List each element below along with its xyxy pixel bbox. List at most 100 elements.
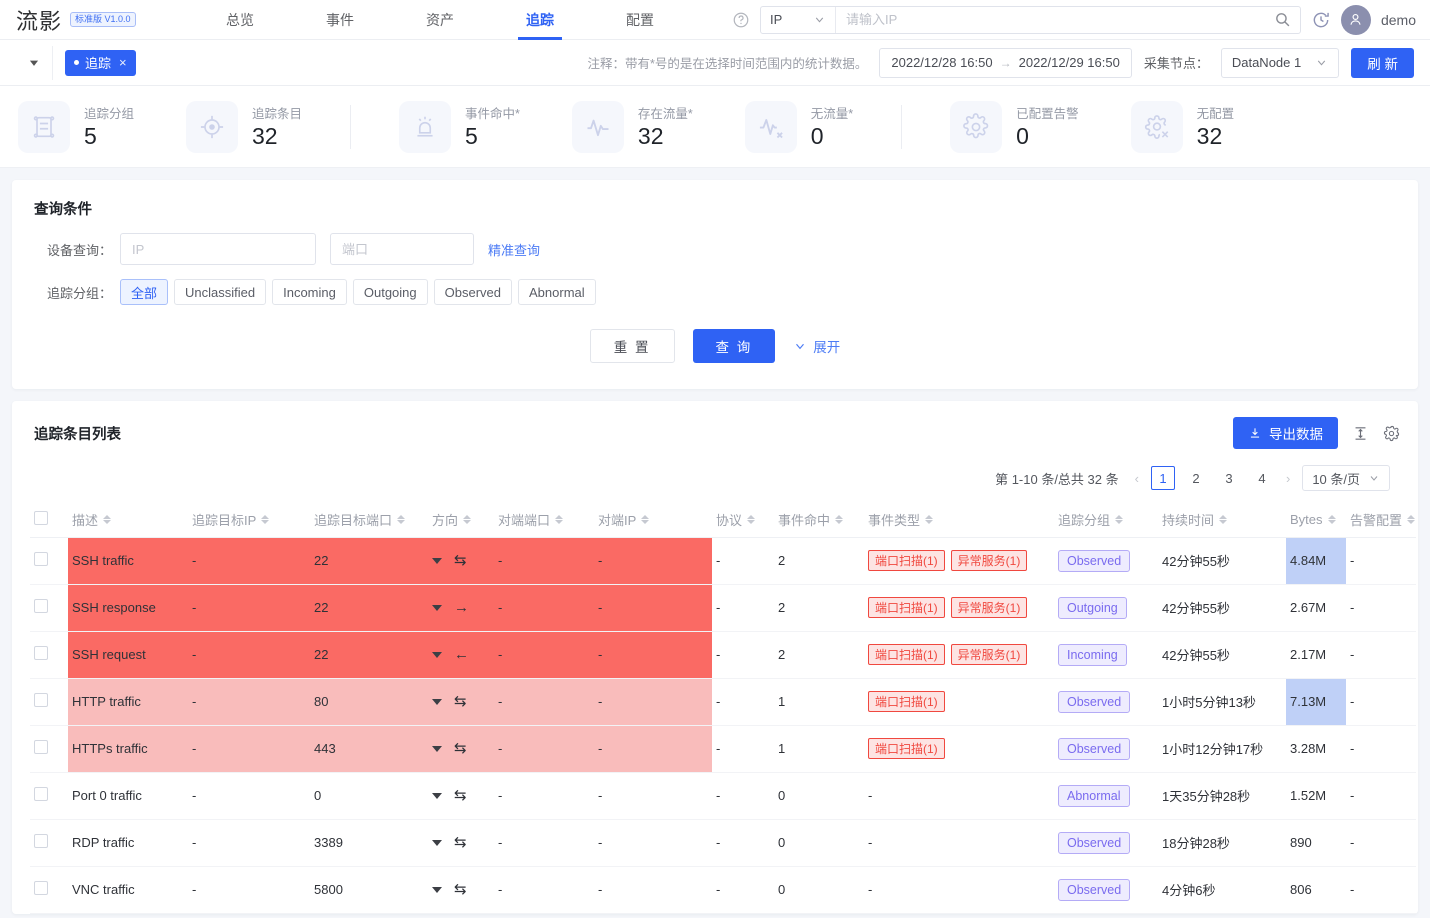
table-row[interactable]: SSH request -22 ← - - -2 端口扫描(1) 异常服务(1) Incomin… xyxy=(30,631,1416,679)
row-checkbox[interactable] xyxy=(34,834,48,848)
column-header-proto[interactable]: 协议 xyxy=(712,503,774,538)
sort-toggle-icon[interactable] xyxy=(1219,515,1228,525)
group-chip-全部[interactable]: 全部 xyxy=(120,279,169,305)
sort-toggle-icon[interactable] xyxy=(641,515,650,525)
sort-toggle-icon[interactable] xyxy=(1327,515,1336,525)
page-number-2[interactable]: 2 xyxy=(1184,466,1208,490)
caret-down-icon[interactable] xyxy=(432,604,442,611)
nav-item-4[interactable]: 配置 xyxy=(590,0,690,40)
event-type-tag[interactable]: 异常服务(1) xyxy=(950,550,1028,571)
nav-item-3[interactable]: 追踪 xyxy=(490,0,590,40)
query-button[interactable]: 查 询 xyxy=(692,329,776,363)
table-row[interactable]: RDP traffic -3389 ⇆ - - -0- Observed 18分钟28秒 890… xyxy=(30,819,1416,867)
group-chip-observed[interactable]: Observed xyxy=(433,279,512,305)
nav-item-2[interactable]: 资产 xyxy=(390,0,490,40)
page-number-4[interactable]: 4 xyxy=(1250,466,1274,490)
table-row[interactable]: HTTPs traffic -443 ⇆ - - -1 端口扫描(1) Observed 1小时… xyxy=(30,725,1416,773)
reset-button[interactable]: 重 置 xyxy=(589,329,675,363)
page-number-1[interactable]: 1 xyxy=(1150,466,1175,490)
column-header-ip[interactable]: 追踪目标IP xyxy=(188,503,310,538)
table-row[interactable]: VNC traffic -5800 ⇆ - - -0- Observed 4分钟6秒 806- xyxy=(30,866,1416,914)
event-type-tag[interactable]: 异常服务(1) xyxy=(950,644,1028,665)
sort-toggle-icon[interactable] xyxy=(463,515,472,525)
column-header-port[interactable]: 追踪目标端口 xyxy=(310,503,428,538)
event-type-tag[interactable]: 异常服务(1) xyxy=(950,597,1028,618)
group-chip-outgoing[interactable]: Outgoing xyxy=(352,279,428,305)
row-checkbox[interactable] xyxy=(34,693,48,707)
event-type-tag[interactable]: 端口扫描(1) xyxy=(868,550,945,571)
sort-toggle-icon[interactable] xyxy=(261,515,270,525)
column-header-pip[interactable]: 对端IP xyxy=(594,503,712,538)
search-input[interactable] xyxy=(835,6,1266,33)
column-header-grp[interactable]: 追踪分组 xyxy=(1054,503,1158,538)
question-circle-icon[interactable] xyxy=(732,11,750,29)
caret-down-icon[interactable] xyxy=(432,839,442,846)
event-type-tag[interactable]: 端口扫描(1) xyxy=(868,597,945,618)
caret-down-icon[interactable] xyxy=(432,557,442,564)
column-header-dir[interactable]: 方向 xyxy=(428,503,494,538)
collector-node-select[interactable]: DataNode 1 xyxy=(1220,47,1340,78)
tab-trace[interactable]: 追踪 × xyxy=(65,49,136,76)
page-number-3[interactable]: 3 xyxy=(1217,466,1241,490)
row-checkbox[interactable] xyxy=(34,787,48,801)
nav-item-1[interactable]: 事件 xyxy=(290,0,390,40)
caret-down-icon[interactable] xyxy=(432,886,442,893)
column-header-desc[interactable]: 描述 xyxy=(68,503,188,538)
row-checkbox[interactable] xyxy=(34,881,48,895)
table-row[interactable]: HTTP traffic -80 ⇆ - - -1 端口扫描(1) Observed 1小时5分… xyxy=(30,678,1416,726)
caret-down-icon[interactable] xyxy=(16,56,52,70)
user-avatar-icon[interactable] xyxy=(1340,4,1371,35)
ip-input[interactable] xyxy=(120,233,316,265)
prev-page-icon[interactable]: ‹ xyxy=(1132,471,1142,486)
group-chip-incoming[interactable]: Incoming xyxy=(272,279,347,305)
column-header-hit[interactable]: 事件命中 xyxy=(774,503,864,538)
summary-stats-row: 追踪分组 5 追踪条目 32 事件命中* 5 存在流量* 32 无流量* 0 已配置告警 0 无配置 32 xyxy=(0,86,1430,168)
refresh-button[interactable]: 刷 新 xyxy=(1351,47,1414,78)
sort-toggle-icon[interactable] xyxy=(1407,515,1416,525)
sort-toggle-icon[interactable] xyxy=(835,515,844,525)
column-header-etype[interactable]: 事件类型 xyxy=(864,503,1054,538)
expand-toggle[interactable]: 展开 xyxy=(793,336,840,356)
row-checkbox[interactable] xyxy=(34,599,48,613)
next-page-icon[interactable]: › xyxy=(1283,471,1293,486)
row-height-icon[interactable] xyxy=(1352,425,1369,442)
export-data-button[interactable]: 导出数据 xyxy=(1233,417,1338,449)
column-header-pport[interactable]: 对端端口 xyxy=(494,503,594,538)
caret-down-icon[interactable] xyxy=(432,745,442,752)
row-checkbox[interactable] xyxy=(34,552,48,566)
close-icon[interactable]: × xyxy=(119,55,127,70)
caret-down-icon[interactable] xyxy=(432,792,442,799)
sort-toggle-icon[interactable] xyxy=(103,515,112,525)
caret-down-icon[interactable] xyxy=(432,698,442,705)
sort-toggle-icon[interactable] xyxy=(1115,515,1124,525)
event-type-tag[interactable]: 端口扫描(1) xyxy=(868,644,945,665)
event-type-tag[interactable]: 端口扫描(1) xyxy=(868,691,945,712)
sort-toggle-icon[interactable] xyxy=(925,515,934,525)
caret-down-icon[interactable] xyxy=(432,651,442,658)
row-checkbox[interactable] xyxy=(34,740,48,754)
row-checkbox[interactable] xyxy=(34,646,48,660)
date-range-picker[interactable]: 2022/12/28 16:50 → 2022/12/29 16:50 xyxy=(879,47,1132,78)
history-clock-icon[interactable] xyxy=(1311,10,1331,30)
sort-toggle-icon[interactable] xyxy=(555,515,564,525)
port-input[interactable] xyxy=(330,233,474,265)
table-row[interactable]: SSH response -22 → - - -2 端口扫描(1) 异常服务(1) Outgoi… xyxy=(30,584,1416,632)
column-header-bytes[interactable]: Bytes xyxy=(1286,503,1346,538)
column-header-alarm[interactable]: 告警配置 xyxy=(1346,503,1416,538)
gear-icon[interactable] xyxy=(1383,425,1400,442)
precise-query-link[interactable]: 精准查询 xyxy=(488,240,540,259)
column-header-dur[interactable]: 持续时间 xyxy=(1158,503,1286,538)
nav-item-0[interactable]: 总览 xyxy=(190,0,290,40)
page-size-select[interactable]: 10 条/页 xyxy=(1302,465,1390,491)
table-row[interactable]: Port 0 traffic -0 ⇆ - - -0- Abnormal 1天35分钟28秒 1… xyxy=(30,772,1416,820)
bidirectional-icon: ⇆ xyxy=(454,693,467,710)
table-row[interactable]: SSH traffic -22 ⇆ - - -2 端口扫描(1) 异常服务(1) Observe… xyxy=(30,537,1416,585)
group-chip-abnormal[interactable]: Abnormal xyxy=(518,279,596,305)
search-scope-select[interactable]: IP xyxy=(761,6,836,33)
sort-toggle-icon[interactable] xyxy=(397,515,406,525)
select-all-checkbox[interactable] xyxy=(34,511,48,526)
sort-toggle-icon[interactable] xyxy=(747,515,756,525)
group-chip-unclassified[interactable]: Unclassified xyxy=(174,279,267,305)
search-icon[interactable] xyxy=(1266,11,1300,28)
event-type-tag[interactable]: 端口扫描(1) xyxy=(868,738,945,759)
